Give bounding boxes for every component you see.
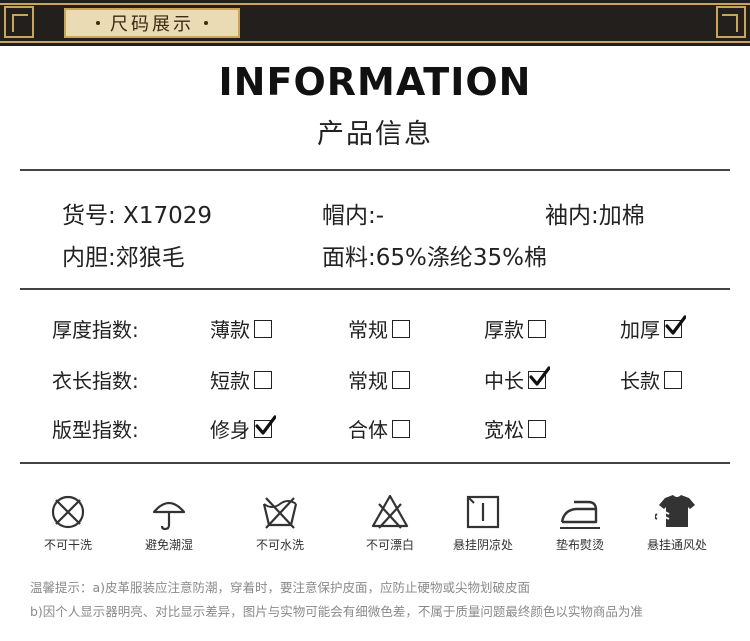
- scale-option: 加厚: [620, 314, 686, 343]
- avoid-moisture-icon: [152, 501, 186, 531]
- banner-label: 尺码展示: [64, 8, 240, 38]
- scale-option-label: 修身: [210, 418, 250, 442]
- banner-top-border: [0, 3, 750, 5]
- empty-checkbox-icon: [528, 319, 546, 338]
- dot-icon: [204, 21, 208, 25]
- title-english: INFORMATION: [218, 60, 532, 104]
- divider: [20, 169, 730, 171]
- scale-option-label: 合体: [348, 418, 388, 442]
- banner-bottom-border: [0, 41, 750, 43]
- fit-label: 版型指数:: [52, 418, 139, 442]
- title-chinese: 产品信息: [317, 119, 433, 150]
- care-item: 不可漂白: [340, 492, 440, 553]
- care-item: 避免潮湿: [119, 492, 219, 553]
- empty-checkbox-icon: [392, 319, 410, 338]
- care-note-2: b)因个人显示器明亮、对比显示差异，图片与实物可能会有细微色差，不属于质量问题最…: [30, 604, 643, 619]
- no-water-wash-icon: [262, 497, 298, 529]
- fret-ornament-right-icon: [716, 6, 746, 38]
- care-item: 悬挂阴凉处: [433, 492, 533, 553]
- length-label: 衣长指数:: [52, 369, 139, 393]
- no-bleach-icon: [371, 494, 409, 529]
- care-caption: 垫布熨烫: [555, 538, 604, 552]
- checked-checkbox-icon: [664, 314, 686, 338]
- scale-option: 常规: [348, 314, 410, 343]
- fret-ornament-left-icon: [4, 6, 34, 38]
- care-caption: 不可水洗: [255, 538, 304, 552]
- scale-option-label: 中长: [484, 369, 524, 393]
- care-item: 不可水洗: [230, 492, 330, 553]
- scale-option-label: 长款: [620, 369, 660, 393]
- care-item: 垫布熨烫: [530, 492, 630, 553]
- care-caption: 悬挂阴凉处: [452, 538, 513, 552]
- care-item: 悬挂通风处: [627, 492, 727, 553]
- hang-dry-shade-icon: [466, 495, 500, 529]
- care-caption: 悬挂通风处: [646, 538, 707, 552]
- checked-checkbox-icon: [254, 414, 276, 438]
- checked-checkbox-icon: [528, 365, 550, 389]
- scale-option: 中长: [484, 365, 550, 394]
- empty-checkbox-icon: [392, 419, 410, 438]
- divider: [20, 462, 730, 464]
- empty-checkbox-icon: [254, 319, 272, 338]
- item-number: 货号: X17029: [62, 203, 212, 229]
- hat-lining: 帽内:-: [322, 203, 385, 229]
- scale-option-label: 薄款: [210, 318, 250, 342]
- scale-option-label: 短款: [210, 369, 250, 393]
- care-caption: 不可干洗: [43, 538, 92, 552]
- empty-checkbox-icon: [664, 370, 682, 389]
- scale-option: 修身: [210, 414, 276, 443]
- banner-label-text: 尺码展示: [110, 14, 194, 35]
- care-caption: 避免潮湿: [144, 538, 193, 552]
- dot-icon: [96, 21, 100, 25]
- scale-option: 短款: [210, 365, 272, 394]
- divider: [20, 288, 730, 290]
- care-note-1: 温馨提示：a)皮革服装应注意防潮，穿着时，要注意保护皮面，应防止硬物或尖物划破皮…: [30, 580, 531, 595]
- scale-option: 常规: [348, 365, 410, 394]
- scale-option-label: 厚款: [484, 318, 524, 342]
- header-banner: 尺码展示: [0, 0, 750, 46]
- scale-option: 厚款: [484, 314, 546, 343]
- care-item: 不可干洗: [18, 492, 118, 553]
- care-caption: 不可漂白: [365, 538, 414, 552]
- scale-option: 合体: [348, 414, 410, 443]
- scale-option-label: 常规: [348, 318, 388, 342]
- fabric: 面料:65%涤纶35%棉: [322, 245, 547, 271]
- scale-option: 长款: [620, 365, 682, 394]
- liner: 内胆:郊狼毛: [62, 245, 185, 271]
- thickness-label: 厚度指数:: [52, 318, 139, 342]
- empty-checkbox-icon: [254, 370, 272, 389]
- sleeve-lining: 袖内:加棉: [545, 203, 645, 229]
- empty-checkbox-icon: [392, 370, 410, 389]
- scale-option-label: 宽松: [484, 418, 524, 442]
- empty-checkbox-icon: [528, 419, 546, 438]
- hang-ventilated-icon: [655, 495, 695, 527]
- scale-option: 宽松: [484, 414, 546, 443]
- scale-option-label: 加厚: [620, 318, 660, 342]
- scale-option: 薄款: [210, 314, 272, 343]
- no-wash-icon: [51, 495, 85, 529]
- iron-with-cloth-icon: [560, 500, 600, 529]
- scale-option-label: 常规: [348, 369, 388, 393]
